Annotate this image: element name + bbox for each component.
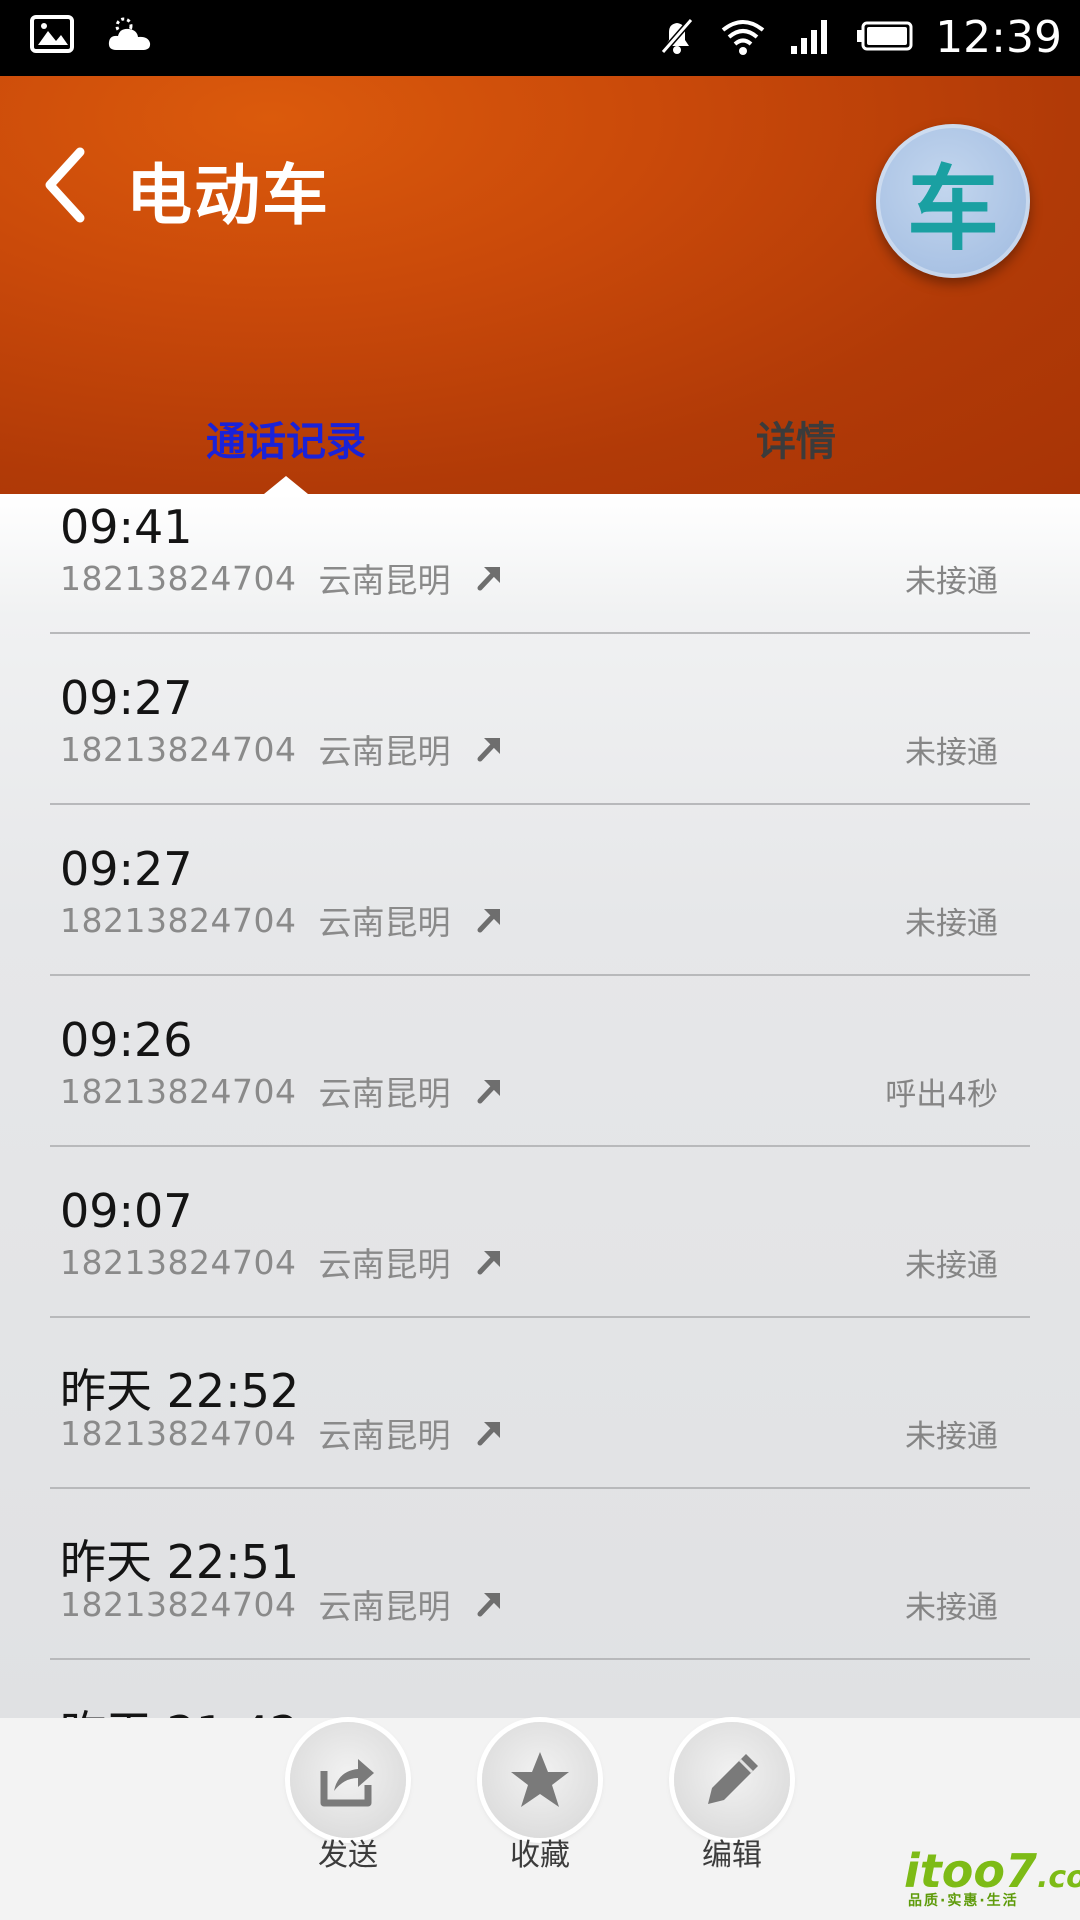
call-status: 呼出4秒 — [885, 1077, 998, 1113]
row-divider — [50, 632, 1030, 634]
tab-call-log[interactable]: 通话记录 — [206, 409, 366, 467]
edit-button[interactable]: 编辑 — [667, 1718, 797, 1918]
active-tab-indicator — [264, 476, 308, 494]
favorite-label: 收藏 — [510, 1838, 570, 1873]
call-status: 未接通 — [905, 735, 998, 771]
phone-number: 18213824704 — [60, 1584, 297, 1624]
call-details: 18213824704 云南昆明 — [60, 1409, 504, 1457]
call-details: 18213824704 云南昆明 — [60, 725, 504, 773]
call-log-row[interactable]: 09:41 18213824704 云南昆明 未接通 — [50, 494, 1030, 665]
row-divider — [50, 1145, 1030, 1147]
call-time: 09:26 — [60, 1013, 193, 1067]
edit-label: 编辑 — [702, 1838, 762, 1873]
call-time: 09:27 — [60, 671, 193, 725]
contact-name: 电动车 — [126, 157, 330, 234]
call-details: 18213824704 云南昆明 — [60, 1067, 504, 1115]
call-log-row[interactable]: 09:27 18213824704 云南昆明 未接通 — [50, 665, 1030, 836]
call-time: 09:41 — [60, 500, 193, 554]
phone-number: 18213824704 — [60, 729, 297, 769]
send-button[interactable]: 发送 — [283, 1718, 413, 1918]
phone-location: 云南昆明 — [318, 1074, 451, 1113]
call-status: 未接通 — [905, 1248, 998, 1284]
status-bar: 12:39 — [0, 0, 1080, 76]
contact-avatar[interactable]: 车 — [876, 124, 1030, 278]
phone-location: 云南昆明 — [318, 561, 451, 600]
call-details: 18213824704 云南昆明 — [60, 896, 504, 944]
chevron-left-icon — [45, 147, 85, 223]
outgoing-call-icon — [477, 1251, 501, 1275]
edit-button-circle — [674, 1722, 790, 1838]
battery-icon — [857, 20, 913, 56]
call-log-row[interactable]: 09:26 18213824704 云南昆明 呼出4秒 — [50, 1007, 1030, 1178]
phone-location: 云南昆明 — [318, 732, 451, 771]
send-button-circle — [290, 1722, 406, 1838]
wifi-icon — [719, 16, 767, 60]
back-button[interactable] — [40, 140, 100, 230]
call-log-row[interactable]: 昨天 22:52 18213824704 云南昆明 未接通 — [50, 1349, 1030, 1520]
call-details: 18213824704 云南昆明 — [60, 554, 504, 602]
outgoing-call-icon — [477, 738, 501, 762]
phone-number: 18213824704 — [60, 1071, 297, 1111]
bottom-action-bar: 发送 收藏 编辑 itoo7.com 品质·实惠·生活 — [0, 1718, 1080, 1920]
call-status: 未接通 — [905, 564, 998, 600]
call-status: 未接通 — [905, 1419, 998, 1455]
row-divider — [50, 974, 1030, 976]
call-log-row[interactable]: 09:27 18213824704 云南昆明 未接通 — [50, 836, 1030, 1007]
outgoing-call-icon — [477, 567, 501, 591]
favorite-button[interactable]: 收藏 — [475, 1718, 605, 1918]
call-status: 未接通 — [905, 906, 998, 942]
cloud-weather-icon — [106, 14, 154, 58]
phone-number: 18213824704 — [60, 1242, 297, 1282]
phone-number: 18213824704 — [60, 558, 297, 598]
image-icon — [30, 15, 74, 57]
phone-number: 18213824704 — [60, 900, 297, 940]
row-divider — [50, 1658, 1030, 1660]
send-label: 发送 — [318, 1838, 378, 1873]
call-status: 未接通 — [905, 1590, 998, 1626]
status-time: 12:39 — [935, 12, 1062, 63]
row-divider — [50, 803, 1030, 805]
phone-location: 云南昆明 — [318, 903, 451, 942]
row-divider — [50, 1316, 1030, 1318]
signal-icon — [789, 16, 835, 60]
phone-location: 云南昆明 — [318, 1416, 451, 1455]
outgoing-call-icon — [477, 1422, 501, 1446]
pencil-icon — [708, 1754, 758, 1804]
phone-location: 云南昆明 — [318, 1245, 451, 1284]
avatar-initial: 车 — [906, 155, 999, 263]
favorite-button-circle — [482, 1722, 598, 1838]
call-details: 18213824704 云南昆明 — [60, 1580, 504, 1628]
tab-details[interactable]: 详情 — [756, 409, 836, 467]
share-icon — [320, 1759, 374, 1807]
phone-number: 18213824704 — [60, 1413, 297, 1453]
watermark-suffix: .com — [1036, 1860, 1080, 1895]
site-watermark: itoo7.com 品质·实惠·生活 — [904, 1844, 1080, 1909]
row-divider — [50, 1487, 1030, 1489]
outgoing-call-icon — [477, 1080, 501, 1104]
watermark-tagline: 品质·实惠·生活 — [908, 1893, 1019, 1909]
call-log-list[interactable]: 09:41 18213824704 云南昆明 未接通 09:27 1821382… — [0, 494, 1080, 1718]
phone-location: 云南昆明 — [318, 1587, 451, 1626]
muted-icon — [657, 16, 697, 60]
call-time: 09:07 — [60, 1184, 193, 1238]
call-time: 09:27 — [60, 842, 193, 896]
call-log-row[interactable]: 09:07 18213824704 云南昆明 未接通 — [50, 1178, 1030, 1349]
outgoing-call-icon — [477, 909, 501, 933]
contact-header: 电动车 车 通话记录 详情 — [0, 76, 1080, 494]
star-icon — [511, 1752, 569, 1807]
call-log-row[interactable]: 昨天 21:42 — [50, 1691, 1030, 1718]
call-time: 昨天 21:42 — [60, 1697, 299, 1718]
call-log-row[interactable]: 昨天 22:51 18213824704 云南昆明 未接通 — [50, 1520, 1030, 1691]
call-details: 18213824704 云南昆明 — [60, 1238, 504, 1286]
outgoing-call-icon — [477, 1593, 501, 1617]
